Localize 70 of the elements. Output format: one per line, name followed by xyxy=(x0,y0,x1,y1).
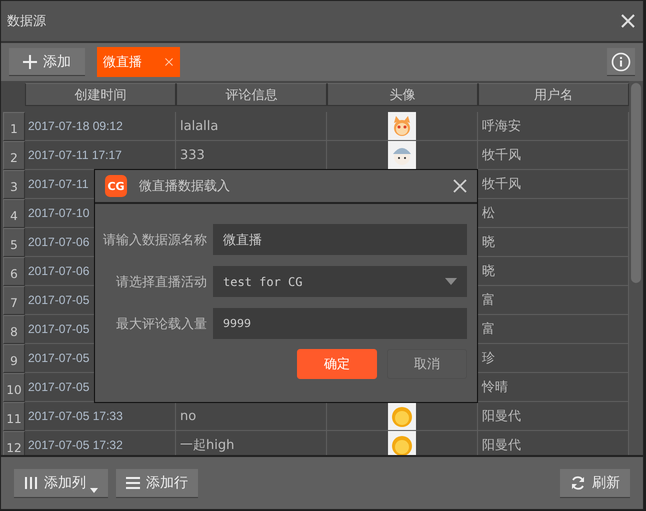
row-number: 6 xyxy=(3,257,25,286)
confirm-button[interactable]: 确定 xyxy=(297,349,377,379)
scrollbar-thumb[interactable] xyxy=(631,83,641,283)
input-field[interactable]: 9999 xyxy=(213,308,467,339)
table-cell-text: 珍 xyxy=(482,350,495,367)
table-cell-text: 晓 xyxy=(482,263,495,280)
close-icon[interactable] xyxy=(621,14,635,28)
table-cell: 2017-07-05 xyxy=(28,322,90,336)
row-number: 10 xyxy=(3,373,25,402)
columns-icon xyxy=(24,476,38,490)
table-cell-text: 一起high xyxy=(180,437,234,454)
row-number: 5 xyxy=(3,228,25,257)
table-cell: lalalla xyxy=(180,118,218,134)
column-header[interactable]: 创建时间 xyxy=(25,83,176,106)
cancel-button[interactable]: 取消 xyxy=(387,349,467,379)
table-cell: 2017-07-05 xyxy=(28,293,90,307)
activity-dropdown[interactable]: test for CG xyxy=(213,266,467,297)
plus-icon xyxy=(23,54,37,68)
table-cell: no xyxy=(180,408,196,424)
row-number: 3 xyxy=(3,170,25,199)
refresh-button[interactable]: 刷新 xyxy=(560,468,630,498)
row-number: 7 xyxy=(3,286,25,315)
row-number: 8 xyxy=(3,315,25,344)
table-cell: 2017-07-05 xyxy=(28,351,90,365)
table-cell-text: 呼海安 xyxy=(482,118,521,135)
table-cell: 2017-07-11 17:17 xyxy=(28,148,122,162)
info-icon xyxy=(611,52,631,72)
row-number: 12 xyxy=(3,431,25,455)
app-logo: CG xyxy=(105,175,127,197)
table-cell: 2017-07-06 xyxy=(28,264,90,278)
close-icon[interactable] xyxy=(453,179,467,193)
table-cell-text: 阳曼代 xyxy=(482,408,521,425)
refresh-icon xyxy=(570,474,586,490)
table-cell: 2017-07-05 xyxy=(28,380,90,394)
row-number: 4 xyxy=(3,199,25,228)
table-cell: 2017-07-05 17:33 xyxy=(28,409,123,423)
row-number: 11 xyxy=(3,402,25,431)
source-tab[interactable]: 微直播 xyxy=(97,47,180,77)
dialog-title: 微直播数据载入 xyxy=(139,178,231,195)
column-header[interactable]: 评论信息 xyxy=(176,83,327,106)
field-label: 请选择直播活动 xyxy=(115,274,207,290)
table-cell: 2017-07-11 xyxy=(28,177,88,191)
table-cell-text: 富 xyxy=(482,321,495,338)
column-header[interactable]: 用户名 xyxy=(478,83,629,106)
table-cell: 2017-07-05 17:32 xyxy=(28,438,123,452)
field-label: 最大评论载入量 xyxy=(115,316,207,332)
row-number: 2 xyxy=(3,141,25,170)
table-cell-text: 牧千风 xyxy=(482,147,521,164)
add-column-button[interactable]: 添加列 xyxy=(14,468,108,498)
add-row-button[interactable]: 添加行 xyxy=(116,468,198,498)
table-cell: 2017-07-06 xyxy=(28,235,90,249)
menu-icon xyxy=(126,476,140,490)
table-cell-text: 富 xyxy=(482,292,495,309)
input-field[interactable]: 微直播 xyxy=(213,224,467,255)
column-header[interactable]: 头像 xyxy=(327,83,478,106)
row-number: 1 xyxy=(3,112,25,141)
table-cell-text: 松 xyxy=(482,205,495,222)
add-button[interactable]: 添加 xyxy=(9,48,85,76)
table-cell-text: 晓 xyxy=(482,234,495,251)
table-cell: 333 xyxy=(180,148,205,162)
caret-icon xyxy=(445,278,457,286)
info-button[interactable] xyxy=(607,48,635,76)
table-cell-text: 阳曼代 xyxy=(482,437,521,454)
window-title: 数据源 xyxy=(7,13,46,30)
field-label: 请输入数据源名称 xyxy=(103,232,207,248)
row-number: 9 xyxy=(3,344,25,373)
table-cell-text: 牧千风 xyxy=(482,176,521,193)
table-cell: 2017-07-10 xyxy=(28,206,90,220)
table-cell-text: 怜晴 xyxy=(482,379,508,396)
table-cell: 2017-07-18 09:12 xyxy=(28,119,123,133)
